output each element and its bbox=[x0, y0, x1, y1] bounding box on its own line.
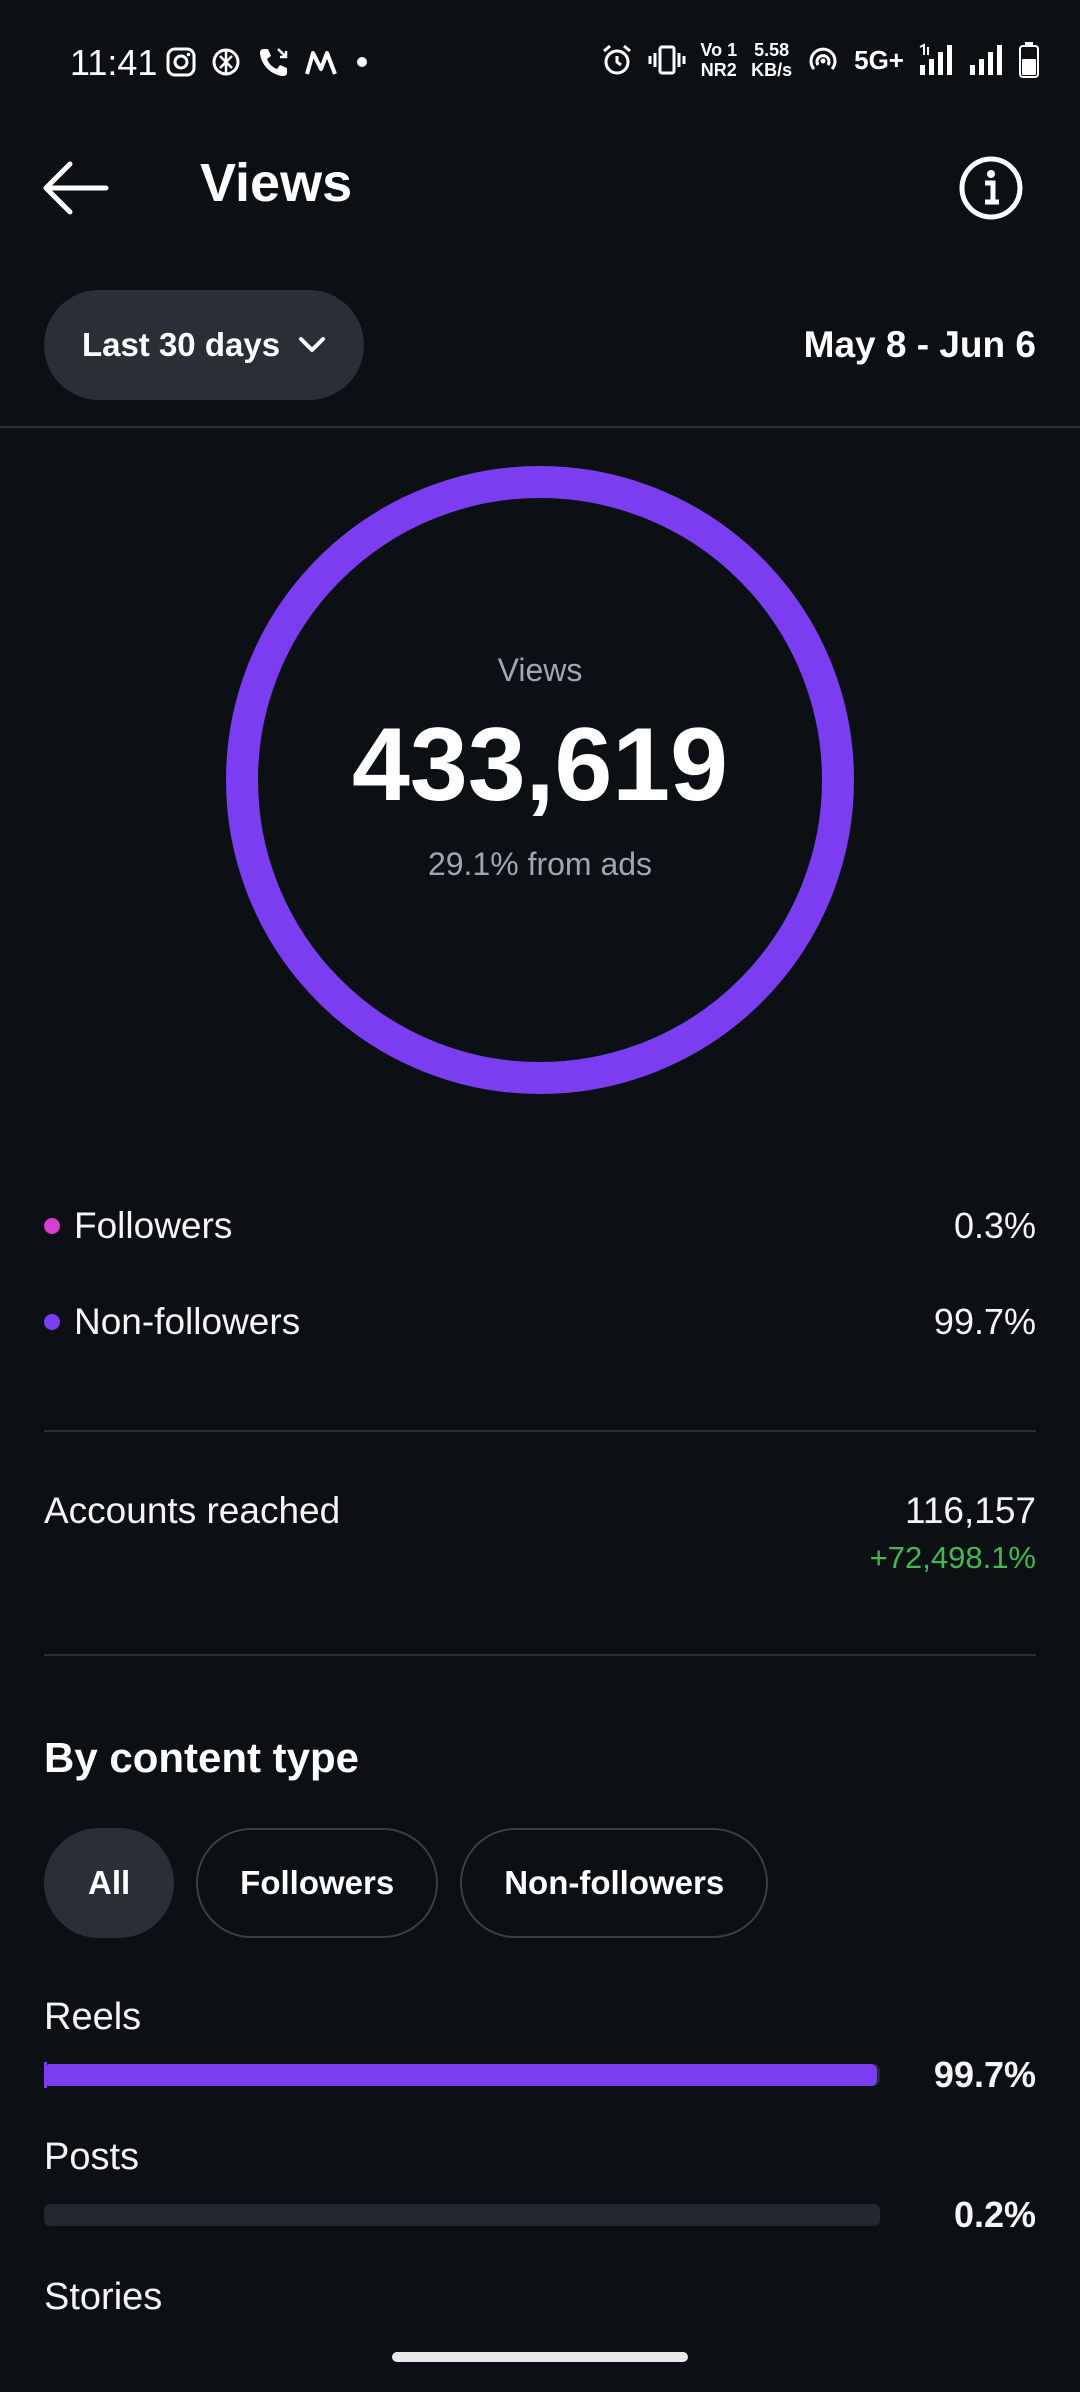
breakdown-label: Non-followers bbox=[74, 1301, 301, 1342]
breakdown-value: 99.7% bbox=[933, 1301, 1036, 1342]
content-type-filters: All Followers Non-followers bbox=[44, 1828, 769, 1938]
notification-icons bbox=[166, 45, 372, 79]
content-type-title: By content type bbox=[44, 1734, 360, 1781]
network-speed: 5.58 KB/s bbox=[751, 40, 792, 80]
filter-chip-followers[interactable]: Followers bbox=[196, 1828, 439, 1938]
breakdown-row-followers: Followers 0.3% bbox=[44, 1196, 1036, 1256]
content-type-value-reels: 99.7% bbox=[933, 2054, 1036, 2095]
chevron-down-icon bbox=[299, 337, 326, 352]
filter-chip-non-followers[interactable]: Non-followers bbox=[460, 1828, 769, 1938]
home-indicator[interactable] bbox=[392, 2352, 688, 2362]
content-type-label-stories: Stories bbox=[44, 2276, 163, 2318]
legend-dot bbox=[44, 1314, 60, 1330]
signal-icon-1 bbox=[919, 43, 952, 75]
battery-icon bbox=[1019, 42, 1039, 78]
status-bar: 11:41 Vo 1 NR2 5.58 KB/s 5G+ bbox=[0, 0, 1080, 130]
breakdown-left: Followers bbox=[44, 1205, 232, 1247]
date-range-text: May 8 - Jun 6 bbox=[803, 324, 1036, 365]
call-icon bbox=[260, 48, 288, 76]
breakdown-row-non-followers: Non-followers 99.7% bbox=[44, 1292, 1036, 1352]
content-type-bar-posts bbox=[44, 2204, 880, 2226]
hotspot-icon bbox=[809, 47, 837, 70]
date-range-dropdown-label: Last 30 days bbox=[81, 326, 281, 363]
app-m-icon bbox=[305, 51, 337, 75]
accounts-reached-change: +72,498.1% bbox=[869, 1540, 1036, 1575]
network-type: 5G+ bbox=[854, 44, 904, 75]
legend-dot bbox=[44, 1218, 60, 1234]
chatgpt-icon bbox=[212, 48, 240, 76]
filter-chip-all[interactable]: All bbox=[44, 1828, 175, 1938]
vibrate-icon bbox=[648, 45, 686, 75]
info-icon[interactable] bbox=[958, 155, 1024, 221]
speed-value: 5.58 bbox=[754, 40, 790, 60]
instagram-icon bbox=[166, 47, 196, 77]
date-range-dropdown[interactable]: Last 30 days bbox=[44, 290, 364, 400]
breakdown-left: Non-followers bbox=[44, 1301, 300, 1343]
page-title: Views bbox=[200, 153, 353, 213]
dot-icon bbox=[357, 57, 367, 67]
breakdown-value: 0.3% bbox=[953, 1205, 1036, 1246]
accounts-reached-value: 116,157 bbox=[905, 1490, 1036, 1531]
header-divider bbox=[0, 426, 1080, 428]
back-arrow-icon[interactable] bbox=[40, 160, 112, 216]
content-type-bar-reels bbox=[44, 2062, 880, 2088]
signal-icon-2 bbox=[970, 45, 1002, 75]
accounts-reached-label: Accounts reached bbox=[44, 1490, 341, 1531]
views-total: 433,619 bbox=[352, 707, 728, 823]
breakdown-label: Followers bbox=[74, 1205, 233, 1246]
status-time: 11:41 bbox=[70, 42, 158, 83]
content-type-value-posts: 0.2% bbox=[953, 2194, 1036, 2235]
speed-unit: KB/s bbox=[751, 60, 793, 80]
system-icons: Vo 1 NR2 5.58 KB/s 5G+ bbox=[600, 40, 1040, 80]
section-divider bbox=[44, 1654, 1036, 1656]
volte-indicator: Vo 1 NR2 bbox=[700, 40, 737, 80]
views-summary-label: Views bbox=[497, 652, 583, 688]
content-type-label-reels: Reels bbox=[44, 1996, 142, 2038]
alarm-icon bbox=[603, 44, 632, 75]
volte-label: Vo 1 bbox=[700, 40, 738, 60]
nr-label: NR2 bbox=[700, 60, 737, 80]
bar-fill bbox=[44, 2064, 878, 2086]
views-from-ads: 29.1% from ads bbox=[427, 846, 653, 882]
views-insights-screen: 11:41 Vo 1 NR2 5.58 KB/s 5G+ Views Last … bbox=[0, 0, 1080, 2392]
content-type-label-posts: Posts bbox=[44, 2136, 140, 2178]
section-divider bbox=[44, 1430, 1036, 1432]
